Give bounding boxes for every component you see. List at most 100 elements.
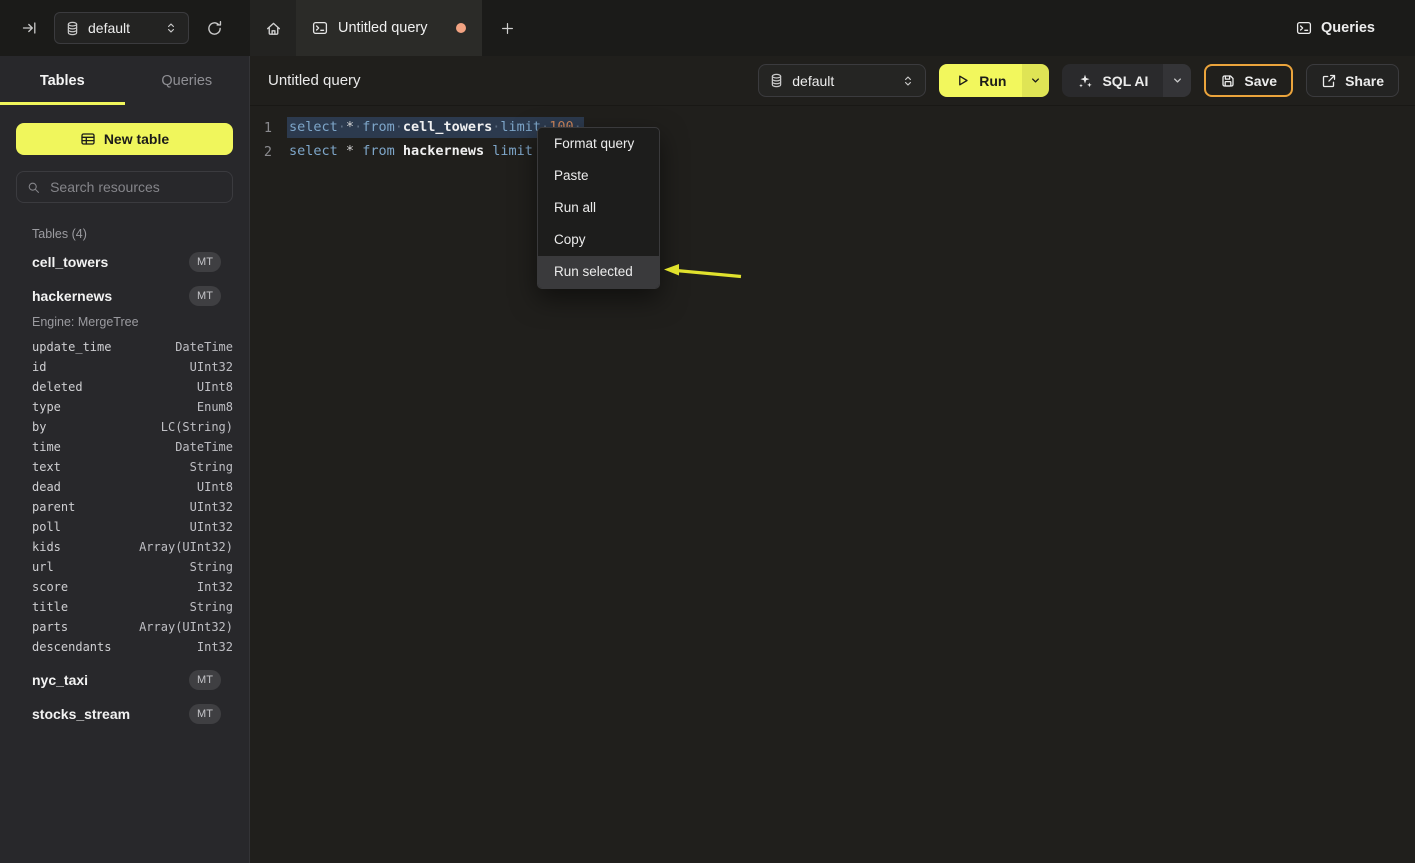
- queries-button[interactable]: Queries: [1296, 0, 1375, 56]
- column-name: score: [32, 580, 68, 594]
- column-row: descendants Int32: [32, 637, 233, 657]
- column-name: deleted: [32, 380, 83, 394]
- column-row: idUInt32: [32, 357, 233, 377]
- column-row: score Int32: [32, 577, 233, 597]
- code-token: cell_towers: [403, 119, 492, 135]
- sparkles-icon: [1077, 73, 1093, 89]
- collapse-sidebar-button[interactable]: [16, 15, 42, 41]
- column-type: Int32: [197, 640, 233, 654]
- chevron-down-icon: [1171, 74, 1184, 87]
- table-item-cell-towers[interactable]: cell_towers MT: [0, 245, 249, 279]
- engine-badge: MT: [189, 252, 221, 272]
- table-item-stocks-stream[interactable]: stocks_stream MT: [0, 697, 249, 731]
- column-row: timeDateTime: [32, 437, 233, 457]
- run-button[interactable]: Run: [939, 64, 1022, 97]
- code-token: *: [346, 143, 354, 159]
- new-table-button[interactable]: New table: [16, 123, 233, 155]
- search-input[interactable]: [48, 178, 222, 196]
- engine-badge: MT: [189, 704, 221, 724]
- column-type: UInt32: [190, 500, 233, 514]
- sql-ai-button-label: SQL AI: [1102, 73, 1148, 89]
- sql-editor[interactable]: 1select·*·from·cell_towers·limit·100·2se…: [250, 106, 1415, 863]
- save-floppy-icon: [1220, 73, 1236, 89]
- line-number: 1: [250, 116, 272, 140]
- tab-label: Untitled query: [338, 20, 446, 36]
- column-name: type: [32, 400, 61, 414]
- new-table-label: New table: [104, 131, 169, 147]
- table-name: nyc_taxi: [32, 672, 88, 688]
- search-resources-field[interactable]: [16, 171, 233, 203]
- table-name: stocks_stream: [32, 706, 130, 722]
- column-row: textString: [32, 457, 233, 477]
- table-name: cell_towers: [32, 254, 108, 270]
- query-database-value: default: [792, 73, 893, 89]
- context-menu-item[interactable]: Run selected: [538, 256, 659, 288]
- chevron-down-icon: [1029, 74, 1042, 87]
- tab-home[interactable]: [250, 0, 296, 56]
- topbar-database-selector[interactable]: default: [54, 12, 189, 44]
- engine-label: Engine: MergeTree: [32, 315, 249, 329]
- query-toolbar: default Run: [758, 64, 1399, 97]
- whitespace-dot: [354, 143, 362, 159]
- sidebar-tab-tables[interactable]: Tables: [0, 56, 125, 105]
- column-name: id: [32, 360, 46, 374]
- column-type: UInt8: [197, 380, 233, 394]
- app-window: default: [0, 0, 1415, 863]
- context-menu-item[interactable]: Copy: [538, 224, 659, 256]
- column-row: deadUInt8: [32, 477, 233, 497]
- column-type: Int32: [197, 580, 233, 594]
- context-menu-item[interactable]: Format query: [538, 128, 659, 160]
- code-line-text: select * from hackernews limit: [289, 141, 533, 162]
- save-button-label: Save: [1244, 73, 1277, 89]
- tab-untitled-query[interactable]: Untitled query: [296, 0, 482, 56]
- column-type: LC(String): [161, 420, 233, 434]
- column-row: typeEnum8: [32, 397, 233, 417]
- share-button[interactable]: Share: [1306, 64, 1399, 97]
- home-icon: [265, 20, 282, 37]
- sql-ai-options-button[interactable]: [1163, 64, 1191, 97]
- column-row: title String: [32, 597, 233, 617]
- sidebar-tab-queries[interactable]: Queries: [125, 56, 250, 105]
- column-name: title: [32, 600, 68, 614]
- column-name: descendants: [32, 640, 111, 654]
- share-button-label: Share: [1345, 73, 1384, 89]
- table-item-hackernews[interactable]: hackernews MT: [0, 279, 249, 313]
- whitespace-dot: ·: [395, 119, 403, 135]
- column-type: UInt8: [197, 480, 233, 494]
- code-line[interactable]: select * from hackernews limit: [289, 140, 533, 164]
- column-type: String: [190, 600, 233, 614]
- context-menu-item[interactable]: Run all: [538, 192, 659, 224]
- columns-list: update_timeDateTimeidUInt32deletedUInt8t…: [0, 337, 249, 663]
- sidebar: Tables Queries New table Tables (4) cell…: [0, 56, 250, 863]
- refresh-icon: [206, 20, 223, 37]
- code-token: select: [289, 119, 338, 135]
- save-button[interactable]: Save: [1204, 64, 1293, 97]
- share-external-icon: [1321, 73, 1337, 89]
- line-number: 2: [250, 140, 272, 164]
- code-token: from: [362, 143, 395, 159]
- column-type: DateTime: [175, 340, 233, 354]
- topbar-database-value: default: [88, 20, 156, 36]
- refresh-button[interactable]: [201, 15, 227, 41]
- tables-section-label: Tables (4): [32, 227, 249, 241]
- code-token: *: [346, 119, 354, 135]
- column-row: poll UInt32: [32, 517, 233, 537]
- table-item-nyc-taxi[interactable]: nyc_taxi MT: [0, 663, 249, 697]
- query-database-selector[interactable]: default: [758, 64, 926, 97]
- new-tab-button[interactable]: [482, 0, 532, 56]
- context-menu-item[interactable]: Paste: [538, 160, 659, 192]
- column-name: poll: [32, 520, 61, 534]
- run-options-button[interactable]: [1022, 64, 1049, 97]
- unfold-chevrons-icon: [164, 21, 178, 35]
- queries-button-label: Queries: [1321, 20, 1375, 36]
- table-grid-icon: [80, 131, 96, 147]
- column-name: parent: [32, 500, 75, 514]
- code-token: hackernews: [403, 143, 484, 159]
- table-name: hackernews: [32, 288, 112, 304]
- sql-ai-button[interactable]: SQL AI: [1062, 64, 1163, 97]
- column-type: UInt32: [190, 520, 233, 534]
- column-name: by: [32, 420, 46, 434]
- engine-badge: MT: [189, 670, 221, 690]
- engine-badge: MT: [189, 286, 221, 306]
- query-terminal-icon: [312, 20, 328, 36]
